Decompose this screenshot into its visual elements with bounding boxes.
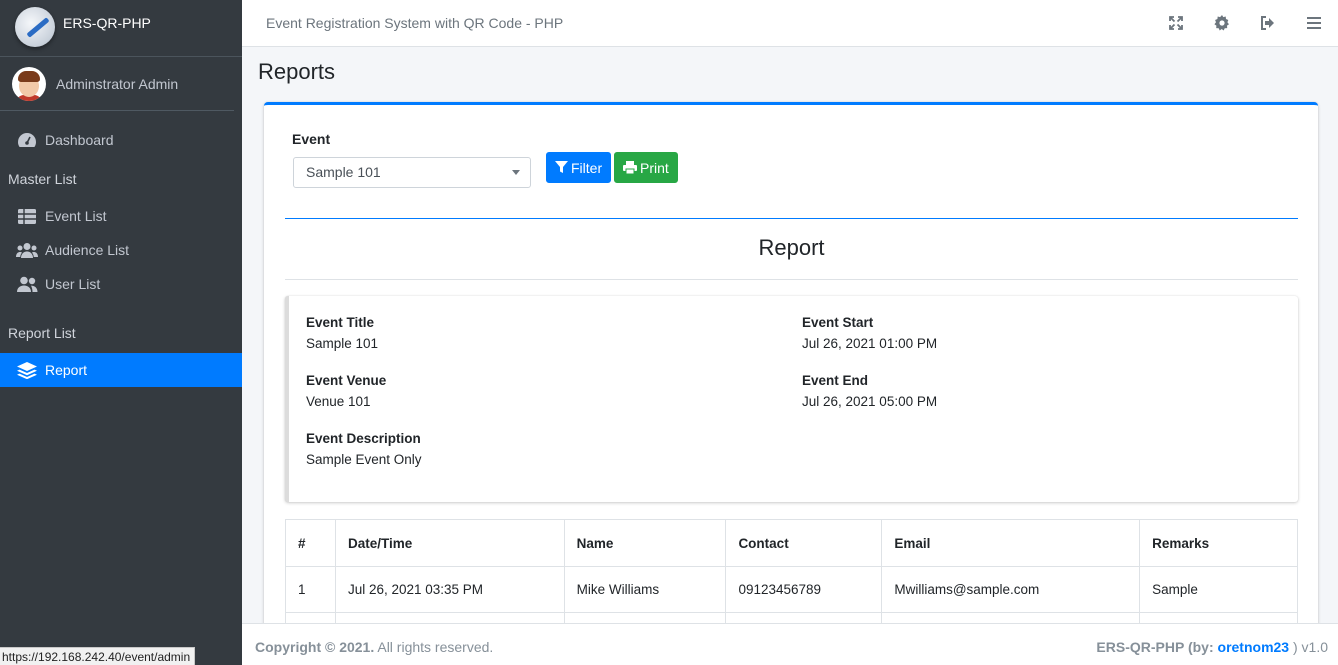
avatar [12, 66, 46, 101]
nav-header-master: Master List [8, 171, 77, 187]
report-card: Event Sample 101 Filter Print Report Eve… [264, 102, 1318, 623]
event-description-value: Sample Event Only [306, 452, 422, 467]
page-title: Reports [258, 59, 336, 84]
sidebar: ERS-QR-PHP Adminstrator Admin Dashboard … [0, 0, 242, 665]
top-navbar: Event Registration System with QR Code -… [242, 0, 1338, 47]
table-row: 1 Jul 26, 2021 03:35 PM Mike Williams 09… [285, 566, 1298, 613]
user-name: Adminstrator Admin [56, 75, 179, 92]
attendance-table: # Date/Time Name Contact Email Remarks 1… [285, 519, 1298, 623]
column-header: Remarks [1139, 519, 1298, 567]
logout-icon[interactable] [1258, 14, 1278, 32]
credits-prefix: ERS-QR-PHP (by: [1096, 639, 1218, 655]
column-header: Name [563, 519, 727, 567]
sidebar-item-label: Event List [45, 208, 107, 224]
event-venue-label: Event Venue [306, 373, 387, 388]
sidebar-item-label: Report [45, 362, 88, 378]
brand-name: ERS-QR-PHP [63, 15, 151, 31]
brand-logo-icon [15, 7, 55, 47]
rights-text: All rights reserved. [374, 639, 494, 655]
event-end-label: Event End [802, 373, 869, 388]
report-heading: Report [758, 235, 825, 260]
event-title-label: Event Title [306, 315, 375, 330]
app-title: Event Registration System with QR Code -… [266, 15, 564, 31]
event-start-label: Event Start [802, 315, 874, 330]
brand-link[interactable]: ERS-QR-PHP [0, 0, 242, 57]
filter-icon [555, 161, 568, 173]
sidebar-item-dashboard[interactable]: Dashboard [0, 123, 242, 157]
copyright-text: Copyright © 2021. [255, 639, 375, 655]
gear-icon[interactable] [1212, 14, 1232, 32]
version-text: ) v1.0 [1289, 639, 1328, 655]
user-panel[interactable]: Adminstrator Admin [0, 57, 234, 111]
sidebar-item-label: User List [45, 276, 101, 292]
sidebar-nav: Dashboard Master List Event List Audienc… [0, 111, 242, 387]
fullscreen-icon[interactable] [1166, 14, 1186, 32]
author-link[interactable]: oretnom23 [1218, 639, 1290, 655]
event-end-value: Jul 26, 2021 05:00 PM [802, 394, 938, 409]
print-button-label: Print [640, 159, 669, 176]
print-icon [623, 161, 637, 174]
users-icon [16, 241, 38, 259]
layer-group-icon [16, 361, 38, 379]
table-cell: Mwilliams@sample.com [881, 566, 1141, 613]
column-header: Email [881, 519, 1141, 567]
chevron-down-icon [512, 170, 520, 175]
table-cell: Mike Williams [563, 566, 727, 613]
sidebar-item-user-list[interactable]: User List [0, 267, 242, 301]
table-header-row: # Date/Time Name Contact Email Remarks [285, 519, 1298, 567]
footer-credits: ERS-QR-PHP (by: oretnom23 ) v1.0 [1096, 639, 1328, 655]
event-venue-value: Venue 101 [306, 394, 371, 409]
table-icon [16, 207, 38, 225]
navbar-icons [1166, 14, 1324, 32]
sidebar-item-label: Audience List [45, 242, 130, 258]
sidebar-item-label: Dashboard [45, 132, 114, 148]
column-header: Contact [725, 519, 883, 567]
table-cell: 1 [285, 566, 336, 613]
event-filter-label: Event [292, 131, 331, 147]
table-cell: 09123456789 [725, 566, 883, 613]
status-bar-url: https://192.168.242.40/event/admin [0, 647, 196, 665]
event-details-callout: Event Title Sample 101 Event Start Jul 2… [285, 296, 1298, 502]
table-row [285, 612, 1298, 623]
footer-copyright: Copyright © 2021. All rights reserved. [255, 639, 493, 655]
event-title-value: Sample 101 [306, 336, 379, 351]
sidebar-item-audience-list[interactable]: Audience List [0, 233, 242, 267]
table-cell: Jul 26, 2021 03:35 PM [334, 566, 565, 613]
filter-button[interactable]: Filter [546, 152, 612, 183]
event-select-value: Sample 101 [306, 164, 381, 180]
divider [285, 279, 1298, 280]
menu-icon[interactable] [1304, 14, 1324, 32]
event-select[interactable]: Sample 101 [293, 157, 531, 188]
column-header: Date/Time [334, 519, 565, 567]
table-cell: Sample [1139, 566, 1298, 613]
column-header: # [285, 519, 336, 567]
user-friends-icon [16, 275, 38, 293]
print-button[interactable]: Print [614, 152, 678, 183]
footer: Copyright © 2021. All rights reserved. E… [242, 623, 1338, 665]
nav-header-report: Report List [8, 325, 76, 341]
sidebar-item-event-list[interactable]: Event List [0, 199, 242, 233]
event-description-label: Event Description [306, 431, 421, 446]
event-start-value: Jul 26, 2021 01:00 PM [802, 336, 938, 351]
divider [285, 218, 1298, 219]
content-wrapper: Reports Event Sample 101 Filter Print Re… [242, 47, 1338, 623]
tachometer-icon [16, 131, 38, 149]
filter-button-label: Filter [571, 159, 603, 176]
sidebar-item-report[interactable]: Report [0, 353, 242, 387]
